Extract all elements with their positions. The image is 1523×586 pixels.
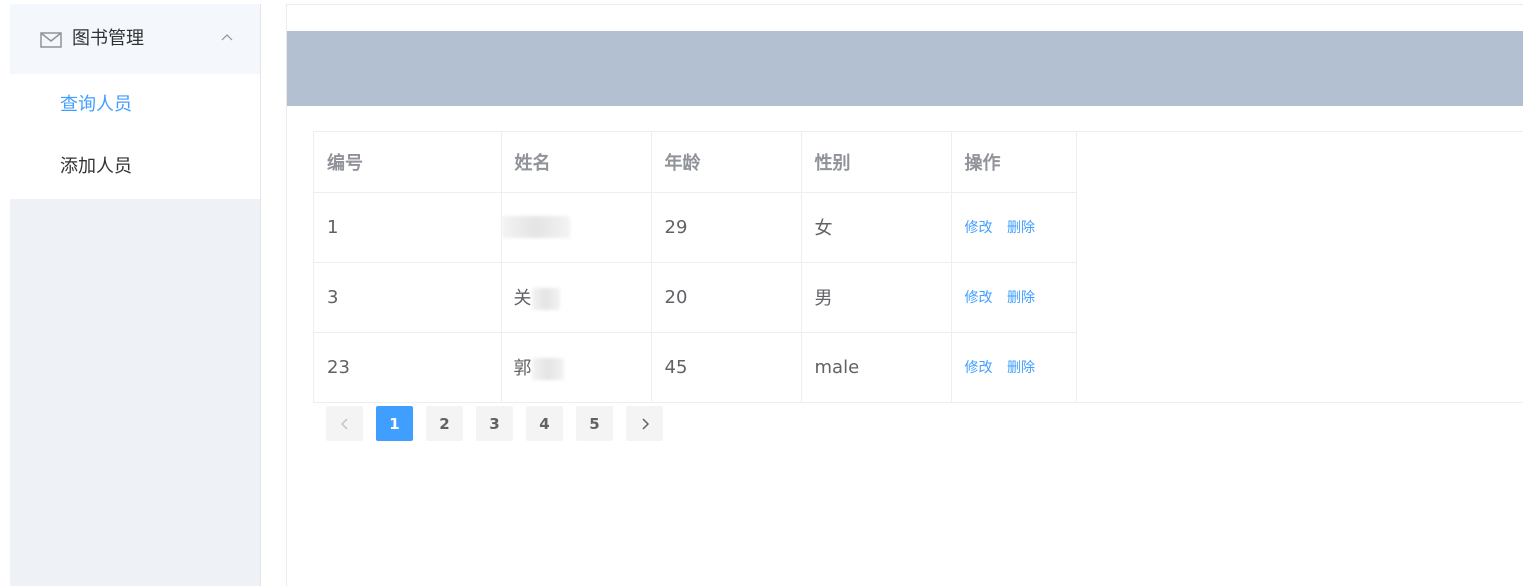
cell-gender: 女 bbox=[801, 192, 952, 263]
sidebar-item-add-people[interactable]: 添加人员 bbox=[10, 136, 260, 198]
table-row: 3 关 20 男 修改 删除 bbox=[314, 262, 1077, 333]
cell-name: 关 bbox=[501, 262, 652, 333]
header-bar bbox=[287, 31, 1523, 106]
submenu-book-management[interactable]: 图书管理 bbox=[10, 4, 260, 74]
page-button-2[interactable]: 2 bbox=[426, 406, 463, 441]
cell-id: 3 bbox=[314, 262, 502, 333]
column-header-gender: 性别 bbox=[801, 132, 952, 193]
cell-age: 20 bbox=[651, 262, 802, 333]
sidebar-item-query-people[interactable]: 查询人员 bbox=[10, 74, 260, 136]
chevron-right-icon bbox=[641, 417, 649, 430]
table-header-row: 编号 姓名 年龄 性别 操作 bbox=[314, 132, 1077, 193]
name-partial: 郭 bbox=[513, 358, 532, 380]
delete-button[interactable]: 删除 bbox=[1007, 290, 1035, 306]
cell-age: 45 bbox=[651, 332, 802, 402]
column-header-id: 编号 bbox=[314, 132, 502, 193]
cell-actions: 修改 删除 bbox=[951, 332, 1077, 402]
cell-gender: 男 bbox=[801, 262, 952, 333]
delete-button[interactable]: 删除 bbox=[1007, 220, 1035, 236]
cell-actions: 修改 删除 bbox=[951, 192, 1077, 263]
people-table: 编号 姓名 年龄 性别 操作 1 29 女 修改 删除 3 关 20 男 修改 … bbox=[313, 131, 1523, 403]
cell-gender: male bbox=[801, 332, 952, 402]
cell-name bbox=[501, 192, 652, 263]
cell-actions: 修改 删除 bbox=[951, 262, 1077, 333]
page-button-3[interactable]: 3 bbox=[476, 406, 513, 441]
mail-icon bbox=[40, 32, 62, 48]
main-content: 编号 姓名 年龄 性别 操作 1 29 女 修改 删除 3 关 20 男 修改 … bbox=[286, 4, 1523, 586]
redacted-name bbox=[501, 216, 570, 238]
prev-page-button[interactable] bbox=[326, 406, 363, 441]
chevron-left-icon bbox=[340, 417, 348, 430]
redacted-name bbox=[531, 358, 564, 381]
delete-button[interactable]: 删除 bbox=[1007, 360, 1035, 376]
submenu-items: 查询人员 添加人员 bbox=[10, 74, 260, 199]
name-partial: 关 bbox=[513, 288, 532, 309]
submenu-title: 图书管理 bbox=[72, 28, 144, 49]
edit-button[interactable]: 修改 bbox=[965, 360, 993, 376]
sidebar-item-label: 查询人员 bbox=[60, 94, 132, 115]
table-row: 23 郭 45 male 修改 删除 bbox=[314, 332, 1077, 402]
page-button-4[interactable]: 4 bbox=[526, 406, 563, 441]
sidebar: 图书管理 查询人员 添加人员 bbox=[10, 4, 261, 586]
cell-id: 1 bbox=[314, 192, 502, 263]
cell-id: 23 bbox=[314, 332, 502, 402]
cell-age: 29 bbox=[651, 192, 802, 263]
column-header-age: 年龄 bbox=[651, 132, 802, 193]
column-header-name: 姓名 bbox=[501, 132, 652, 193]
redacted-name bbox=[531, 288, 560, 310]
page-button-5[interactable]: 5 bbox=[576, 406, 613, 441]
sidebar-item-label: 添加人员 bbox=[60, 156, 132, 177]
page-button-1[interactable]: 1 bbox=[376, 406, 413, 441]
pagination: 1 2 3 4 5 bbox=[326, 406, 663, 442]
table-row: 1 29 女 修改 删除 bbox=[314, 192, 1077, 263]
edit-button[interactable]: 修改 bbox=[965, 290, 993, 306]
chevron-up-icon bbox=[221, 34, 233, 41]
edit-button[interactable]: 修改 bbox=[965, 220, 993, 236]
cell-name: 郭 bbox=[501, 332, 652, 402]
column-header-actions: 操作 bbox=[951, 132, 1077, 193]
next-page-button[interactable] bbox=[626, 406, 663, 441]
